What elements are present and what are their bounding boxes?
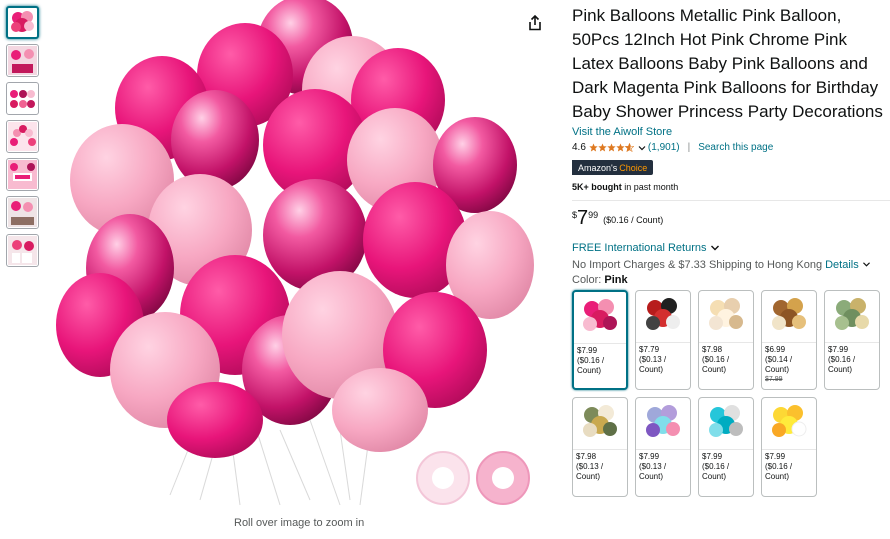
color-value: Pink	[604, 273, 628, 286]
review-count-link[interactable]: (1,901)	[648, 142, 680, 153]
product-info: Pink Balloons Metallic Pink Balloon, 50P…	[572, 4, 890, 497]
swatch-image	[636, 398, 690, 450]
badge-choice: Choice	[619, 162, 648, 173]
star-icon	[607, 143, 616, 152]
swatch-unit: Count)	[577, 365, 602, 375]
search-page-link[interactable]: Search this page	[698, 142, 773, 153]
swatch-price: $6.99	[765, 344, 786, 354]
swatch-unit: Count)	[576, 471, 601, 481]
swatch-unit: Count)	[765, 364, 790, 374]
thumb-table-decor[interactable]	[6, 196, 39, 229]
chevron-down-icon[interactable]	[638, 144, 646, 152]
swatch-price: $7.98	[702, 344, 723, 354]
shipping-text: No Import Charges & $7.33 Shipping to Ho…	[572, 258, 823, 271]
bought-count: 5K+ bought in past month	[572, 182, 890, 192]
swatch-unit: ($0.13 /	[639, 461, 667, 471]
rating-value: 4.6	[572, 142, 586, 153]
swatch-unit: Count)	[765, 471, 790, 481]
swatch-pink[interactable]: $7.99 ($0.16 / Count)	[572, 289, 628, 390]
swatch-price: $7.99	[765, 451, 786, 461]
main-product-image[interactable]	[50, 0, 540, 515]
swatch-unit: ($0.16 /	[577, 355, 605, 365]
chevron-down-icon	[862, 262, 870, 267]
returns-link[interactable]: FREE International Returns	[572, 242, 890, 254]
swatch-image	[762, 398, 816, 450]
star-icon	[616, 143, 625, 152]
swatch-unit: ($0.16 /	[702, 354, 730, 364]
swatch-teal-silver[interactable]: $7.99 ($0.16 / Count)	[698, 396, 754, 497]
divider	[572, 199, 890, 201]
swatch-black-red[interactable]: $7.79 ($0.13 / Count)	[635, 289, 691, 390]
badge-prefix: Amazon's	[578, 162, 618, 173]
rating-row: 4.6 (1,901) | Search this page	[572, 142, 890, 153]
swatch-image	[699, 398, 753, 450]
amazons-choice-badge[interactable]: Amazon's Choice	[572, 160, 654, 175]
returns-label: FREE International Returns	[572, 241, 707, 254]
swatch-price: $7.99	[828, 344, 849, 354]
shipping-info: No Import Charges & $7.33 Shipping to Ho…	[572, 259, 890, 271]
price: $ 7 99 ($0.16 / Count)	[572, 207, 890, 229]
zoom-hint: Roll over image to zoom in	[234, 517, 365, 529]
star-half-icon	[624, 143, 634, 152]
price-fraction: 99	[588, 209, 599, 220]
swatch-price: $7.79	[639, 344, 660, 354]
swatch-unit: Count)	[702, 471, 727, 481]
swatch-unit: Count)	[639, 364, 664, 374]
swatch-pastel[interactable]: $7.99 ($0.13 / Count)	[635, 396, 691, 497]
swatch-olive-gold[interactable]: $7.98 ($0.13 / Count)	[572, 396, 628, 497]
swatch-unit: Count)	[639, 471, 664, 481]
swatch-image	[699, 291, 753, 343]
swatch-image	[636, 291, 690, 343]
swatch-cream[interactable]: $7.98 ($0.16 / Count)	[698, 289, 754, 390]
separator: |	[687, 142, 691, 153]
swatch-image	[825, 291, 879, 343]
color-label: Color:	[572, 273, 602, 286]
thumb-party-scene[interactable]	[6, 44, 39, 77]
swatch-price: $7.99	[577, 345, 598, 355]
product-title: Pink Balloons Metallic Pink Balloon, 50P…	[572, 6, 883, 121]
bought-count-bold: 5K+ bought	[572, 181, 622, 192]
swatch-unit: Count)	[702, 364, 727, 374]
swatch-unit: ($0.13 /	[576, 461, 604, 471]
swatch-price: $7.98	[576, 451, 597, 461]
thumb-bride-sign[interactable]	[6, 158, 39, 191]
bought-count-rest: in past month	[624, 181, 679, 192]
star-icon	[598, 143, 607, 152]
swatch-unit: ($0.16 /	[765, 461, 793, 471]
swatch-list-price: $7.99	[765, 375, 783, 383]
color-selection: Color: Pink	[572, 274, 890, 286]
thumb-balloon-sizes[interactable]	[6, 82, 39, 115]
swatch-gold-brown[interactable]: $6.99 ($0.14 / Count) $7.99	[761, 289, 817, 390]
thumb-pink-bunch[interactable]	[6, 6, 39, 39]
store-link[interactable]: Visit the Aiwolf Store	[572, 126, 890, 138]
swatch-yellow[interactable]: $7.99 ($0.16 / Count)	[761, 396, 817, 497]
color-swatches: $7.99 ($0.16 / Count) $7.79 ($0.13 / Cou…	[572, 289, 890, 497]
price-whole: 7	[577, 206, 589, 229]
swatch-image	[574, 292, 626, 344]
star-icon	[589, 143, 598, 152]
price-per-unit: ($0.16 / Count)	[603, 214, 664, 225]
swatch-sage-green[interactable]: $7.99 ($0.16 / Count)	[824, 289, 880, 390]
swatch-unit: ($0.14 /	[765, 354, 793, 364]
swatch-unit: ($0.13 /	[639, 354, 667, 364]
swatch-unit: Count)	[828, 364, 853, 374]
thumb-birthday-16[interactable]	[6, 234, 39, 267]
swatch-price: $7.99	[702, 451, 723, 461]
share-icon[interactable]	[526, 14, 544, 32]
star-rating[interactable]	[589, 143, 634, 152]
chevron-down-icon	[710, 245, 719, 250]
swatch-price: $7.99	[639, 451, 660, 461]
details-link[interactable]: Details	[825, 259, 859, 271]
thumbnail-strip	[6, 6, 39, 272]
swatch-unit: ($0.16 /	[702, 461, 730, 471]
swatch-image	[762, 291, 816, 343]
swatch-unit: ($0.16 /	[828, 354, 856, 364]
swatch-image	[573, 398, 627, 450]
thumb-arch-decoration[interactable]	[6, 120, 39, 153]
